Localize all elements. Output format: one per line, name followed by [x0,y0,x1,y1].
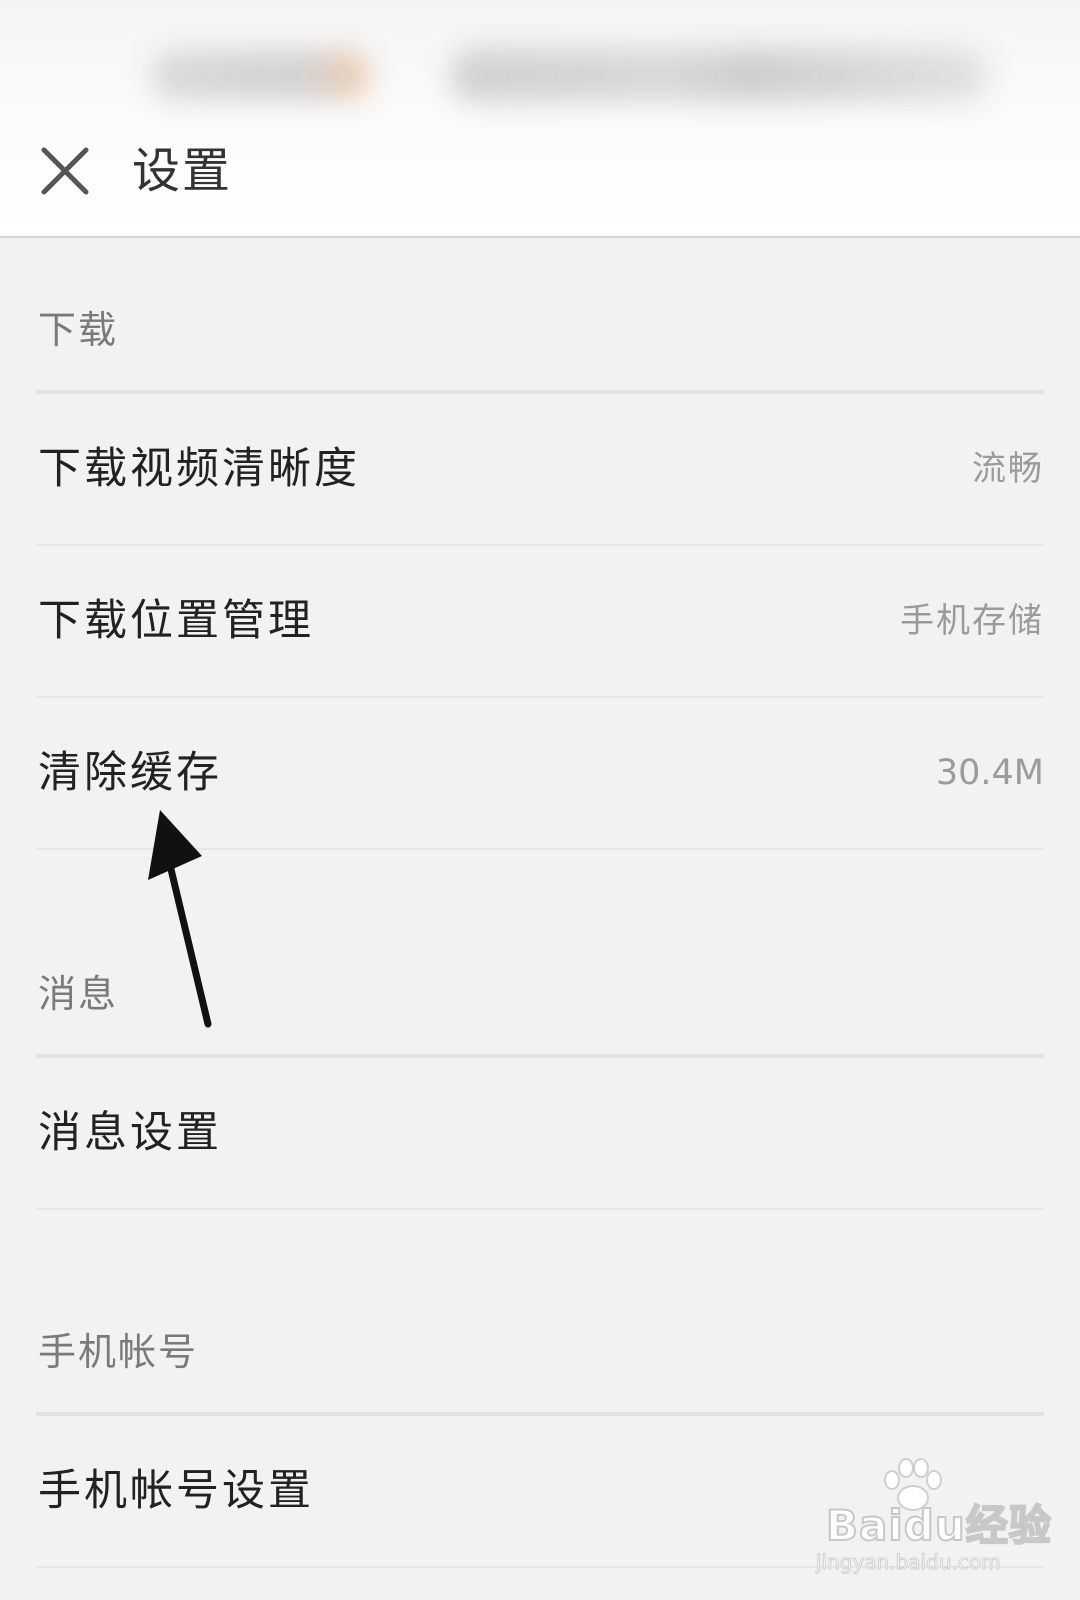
setting-phone-account[interactable]: 手机帐号设置 [36,1416,1044,1568]
setting-label: 下载位置管理 [38,596,314,646]
setting-label: 下载视频清晰度 [38,444,360,494]
setting-download-location[interactable]: 下载位置管理 手机存储 [36,546,1044,698]
setting-download-quality[interactable]: 下载视频清晰度 流畅 [36,394,1044,546]
blurred-status-content-right [450,48,990,102]
setting-label: 手机帐号设置 [38,1466,314,1516]
section-title: 下载 [38,308,119,352]
cache-size-value: 30.4M [935,753,1044,793]
close-button[interactable] [36,142,94,200]
setting-clear-cache[interactable]: 清除缓存 30.4M [36,698,1044,850]
section-title: 消息 [38,972,119,1016]
page-title: 设置 [132,143,233,199]
close-icon [41,147,89,195]
settings-list: 下载 下载视频清晰度 流畅 下载位置管理 手机存储 清除缓存 30.4M 消息 … [36,238,1044,1568]
setting-value: 流畅 [972,449,1044,489]
section-header-phone-account: 手机帐号 [36,1210,1044,1416]
setting-label: 清除缓存 [38,748,222,798]
section-title: 手机帐号 [38,1330,199,1374]
section-header-download: 下载 [36,238,1044,394]
setting-label: 消息设置 [38,1108,222,1158]
header-bar: 设置 [0,0,1080,238]
section-header-message: 消息 [36,850,1044,1058]
setting-message[interactable]: 消息设置 [36,1058,1044,1210]
setting-value: 手机存储 [900,601,1044,641]
blurred-status-content-left [150,50,370,100]
